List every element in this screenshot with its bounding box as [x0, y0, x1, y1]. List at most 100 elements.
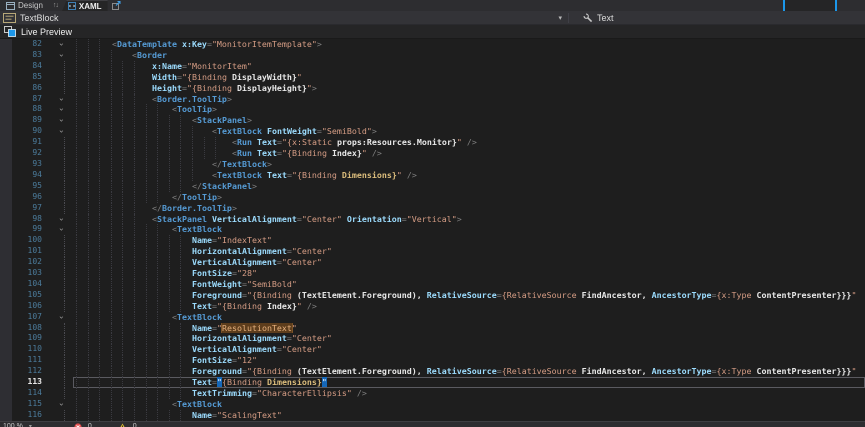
warning-icon[interactable]	[118, 423, 127, 427]
breakpoint-gutter[interactable]	[0, 39, 12, 50]
code-line-93[interactable]: 93</TextBlock>	[0, 159, 865, 170]
code-line-115[interactable]: 115›<TextBlock	[0, 399, 865, 410]
code-editor[interactable]: 82›<DataTemplate x:Key="MonitorItemTempl…	[0, 39, 865, 421]
code-line-content[interactable]: <ToolTip>	[73, 104, 865, 115]
code-line-content[interactable]: <DataTemplate x:Key="MonitorItemTemplate…	[73, 39, 865, 50]
code-line-content[interactable]: Height="{Binding DisplayHeight}">	[73, 83, 865, 94]
breakpoint-gutter[interactable]	[0, 268, 12, 279]
code-line-content[interactable]: TextTrimming="CharacterEllipsis" />	[73, 388, 865, 399]
zoom-caret-icon[interactable]: ▾	[29, 423, 32, 427]
breakpoint-gutter[interactable]	[0, 61, 12, 72]
breakpoint-gutter[interactable]	[0, 181, 12, 192]
breakpoint-gutter[interactable]	[0, 246, 12, 257]
breakpoint-gutter[interactable]	[0, 355, 12, 366]
breakpoint-gutter[interactable]	[0, 115, 12, 126]
code-line-content[interactable]: Name="ScalingText"	[73, 410, 865, 421]
code-line-105[interactable]: 105Foreground="{Binding (TextElement.For…	[0, 290, 865, 301]
breakpoint-gutter[interactable]	[0, 410, 12, 421]
breakpoint-gutter[interactable]	[0, 72, 12, 83]
popout-window-icon[interactable]	[112, 1, 121, 10]
fold-collapse-icon[interactable]: ›	[50, 214, 73, 225]
breakpoint-gutter[interactable]	[0, 257, 12, 268]
code-line-content[interactable]: <TextBlock Text="{Binding Dimensions}" /…	[73, 170, 865, 181]
type-dropdown[interactable]: TextBlock ▾	[0, 13, 568, 23]
code-line-110[interactable]: 110VerticalAlignment="Center"	[0, 344, 865, 355]
tab-xaml[interactable]: XAML	[62, 0, 108, 12]
breakpoint-gutter[interactable]	[0, 312, 12, 323]
code-line-85[interactable]: 85Width="{Binding DisplayWidth}"	[0, 72, 865, 83]
code-line-107[interactable]: 107›<TextBlock	[0, 312, 865, 323]
code-line-94[interactable]: 94<TextBlock Text="{Binding Dimensions}"…	[0, 170, 865, 181]
member-dropdown[interactable]: Text	[569, 13, 614, 23]
code-line-content[interactable]: <TextBlock	[73, 399, 865, 410]
code-line-82[interactable]: 82›<DataTemplate x:Key="MonitorItemTempl…	[0, 39, 865, 50]
breakpoint-gutter[interactable]	[0, 388, 12, 399]
code-line-content[interactable]: <Run Text="{x:Static props:Resources.Mon…	[73, 137, 865, 148]
breakpoint-gutter[interactable]	[0, 192, 12, 203]
fold-collapse-icon[interactable]: ›	[50, 115, 73, 126]
breakpoint-gutter[interactable]	[0, 301, 12, 312]
code-line-116[interactable]: 116Name="ScalingText"	[0, 410, 865, 421]
code-line-content[interactable]: VerticalAlignment="Center"	[73, 344, 865, 355]
breakpoint-gutter[interactable]	[0, 170, 12, 181]
code-line-content[interactable]: </Border.ToolTip>	[73, 203, 865, 214]
breakpoint-gutter[interactable]	[0, 344, 12, 355]
code-line-content[interactable]: HorizontalAlignment="Center"	[73, 246, 865, 257]
breakpoint-gutter[interactable]	[0, 94, 12, 105]
code-line-90[interactable]: 90›<TextBlock FontWeight="SemiBold">	[0, 126, 865, 137]
code-line-88[interactable]: 88›<ToolTip>	[0, 104, 865, 115]
fold-collapse-icon[interactable]: ›	[50, 224, 73, 235]
code-line-content[interactable]: <Border	[73, 50, 865, 61]
code-line-114[interactable]: 114TextTrimming="CharacterEllipsis" />	[0, 388, 865, 399]
code-line-103[interactable]: 103FontSize="28"	[0, 268, 865, 279]
breakpoint-gutter[interactable]	[0, 279, 12, 290]
tab-design[interactable]: Design	[0, 0, 49, 11]
breakpoint-gutter[interactable]	[0, 377, 12, 388]
code-line-112[interactable]: 112Foreground="{Binding (TextElement.For…	[0, 366, 865, 377]
code-line-content[interactable]: <TextBlock	[73, 312, 865, 323]
live-preview-bar[interactable]: Live Preview	[0, 25, 865, 39]
code-line-92[interactable]: 92<Run Text="{Binding Index}" />	[0, 148, 865, 159]
code-line-100[interactable]: 100Name="IndexText"	[0, 235, 865, 246]
breakpoint-gutter[interactable]	[0, 333, 12, 344]
code-line-content[interactable]: Text="{Binding Index}" />	[73, 301, 865, 312]
code-line-83[interactable]: 83›<Border	[0, 50, 865, 61]
code-line-99[interactable]: 99›<TextBlock	[0, 224, 865, 235]
code-line-content[interactable]: </TextBlock>	[73, 159, 865, 170]
code-line-content[interactable]: Name="IndexText"	[73, 235, 865, 246]
breakpoint-gutter[interactable]	[0, 148, 12, 159]
breakpoint-gutter[interactable]	[0, 399, 12, 410]
code-line-content[interactable]: </ToolTip>	[73, 192, 865, 203]
code-line-content[interactable]: Foreground="{Binding (TextElement.Foregr…	[73, 290, 865, 301]
code-line-content[interactable]: <TextBlock FontWeight="SemiBold">	[73, 126, 865, 137]
code-line-91[interactable]: 91<Run Text="{x:Static props:Resources.M…	[0, 137, 865, 148]
code-line-content[interactable]: FontWeight="SemiBold"	[73, 279, 865, 290]
breakpoint-gutter[interactable]	[0, 224, 12, 235]
code-line-content[interactable]: HorizontalAlignment="Center"	[73, 333, 865, 344]
code-line-104[interactable]: 104FontWeight="SemiBold"	[0, 279, 865, 290]
code-line-content[interactable]: <StackPanel VerticalAlignment="Center" O…	[73, 214, 865, 225]
fold-collapse-icon[interactable]: ›	[50, 126, 73, 137]
fold-collapse-icon[interactable]: ›	[50, 104, 73, 115]
code-line-content[interactable]: </StackPanel>	[73, 181, 865, 192]
breakpoint-gutter[interactable]	[0, 50, 12, 61]
code-line-95[interactable]: 95</StackPanel>	[0, 181, 865, 192]
code-line-109[interactable]: 109HorizontalAlignment="Center"	[0, 333, 865, 344]
code-line-106[interactable]: 106Text="{Binding Index}" />	[0, 301, 865, 312]
code-line-content[interactable]: <Border.ToolTip>	[73, 94, 865, 105]
breakpoint-gutter[interactable]	[0, 137, 12, 148]
fold-collapse-icon[interactable]: ›	[50, 94, 73, 105]
code-line-content[interactable]: Foreground="{Binding (TextElement.Foregr…	[73, 366, 865, 377]
chevron-down-icon[interactable]: ▾	[558, 14, 568, 22]
zoom-level[interactable]: 100 %	[3, 423, 23, 427]
breakpoint-gutter[interactable]	[0, 214, 12, 225]
code-line-content[interactable]: Text="{Binding Dimensions}"	[73, 377, 865, 388]
swap-panes-icon[interactable]: ↑↓	[53, 2, 58, 9]
code-line-86[interactable]: 86Height="{Binding DisplayHeight}">	[0, 83, 865, 94]
breakpoint-gutter[interactable]	[0, 290, 12, 301]
breakpoint-gutter[interactable]	[0, 366, 12, 377]
code-line-content[interactable]: <Run Text="{Binding Index}" />	[73, 148, 865, 159]
fold-collapse-icon[interactable]: ›	[50, 312, 73, 323]
code-line-97[interactable]: 97</Border.ToolTip>	[0, 203, 865, 214]
code-line-84[interactable]: 84x:Name="MonitorItem"	[0, 61, 865, 72]
